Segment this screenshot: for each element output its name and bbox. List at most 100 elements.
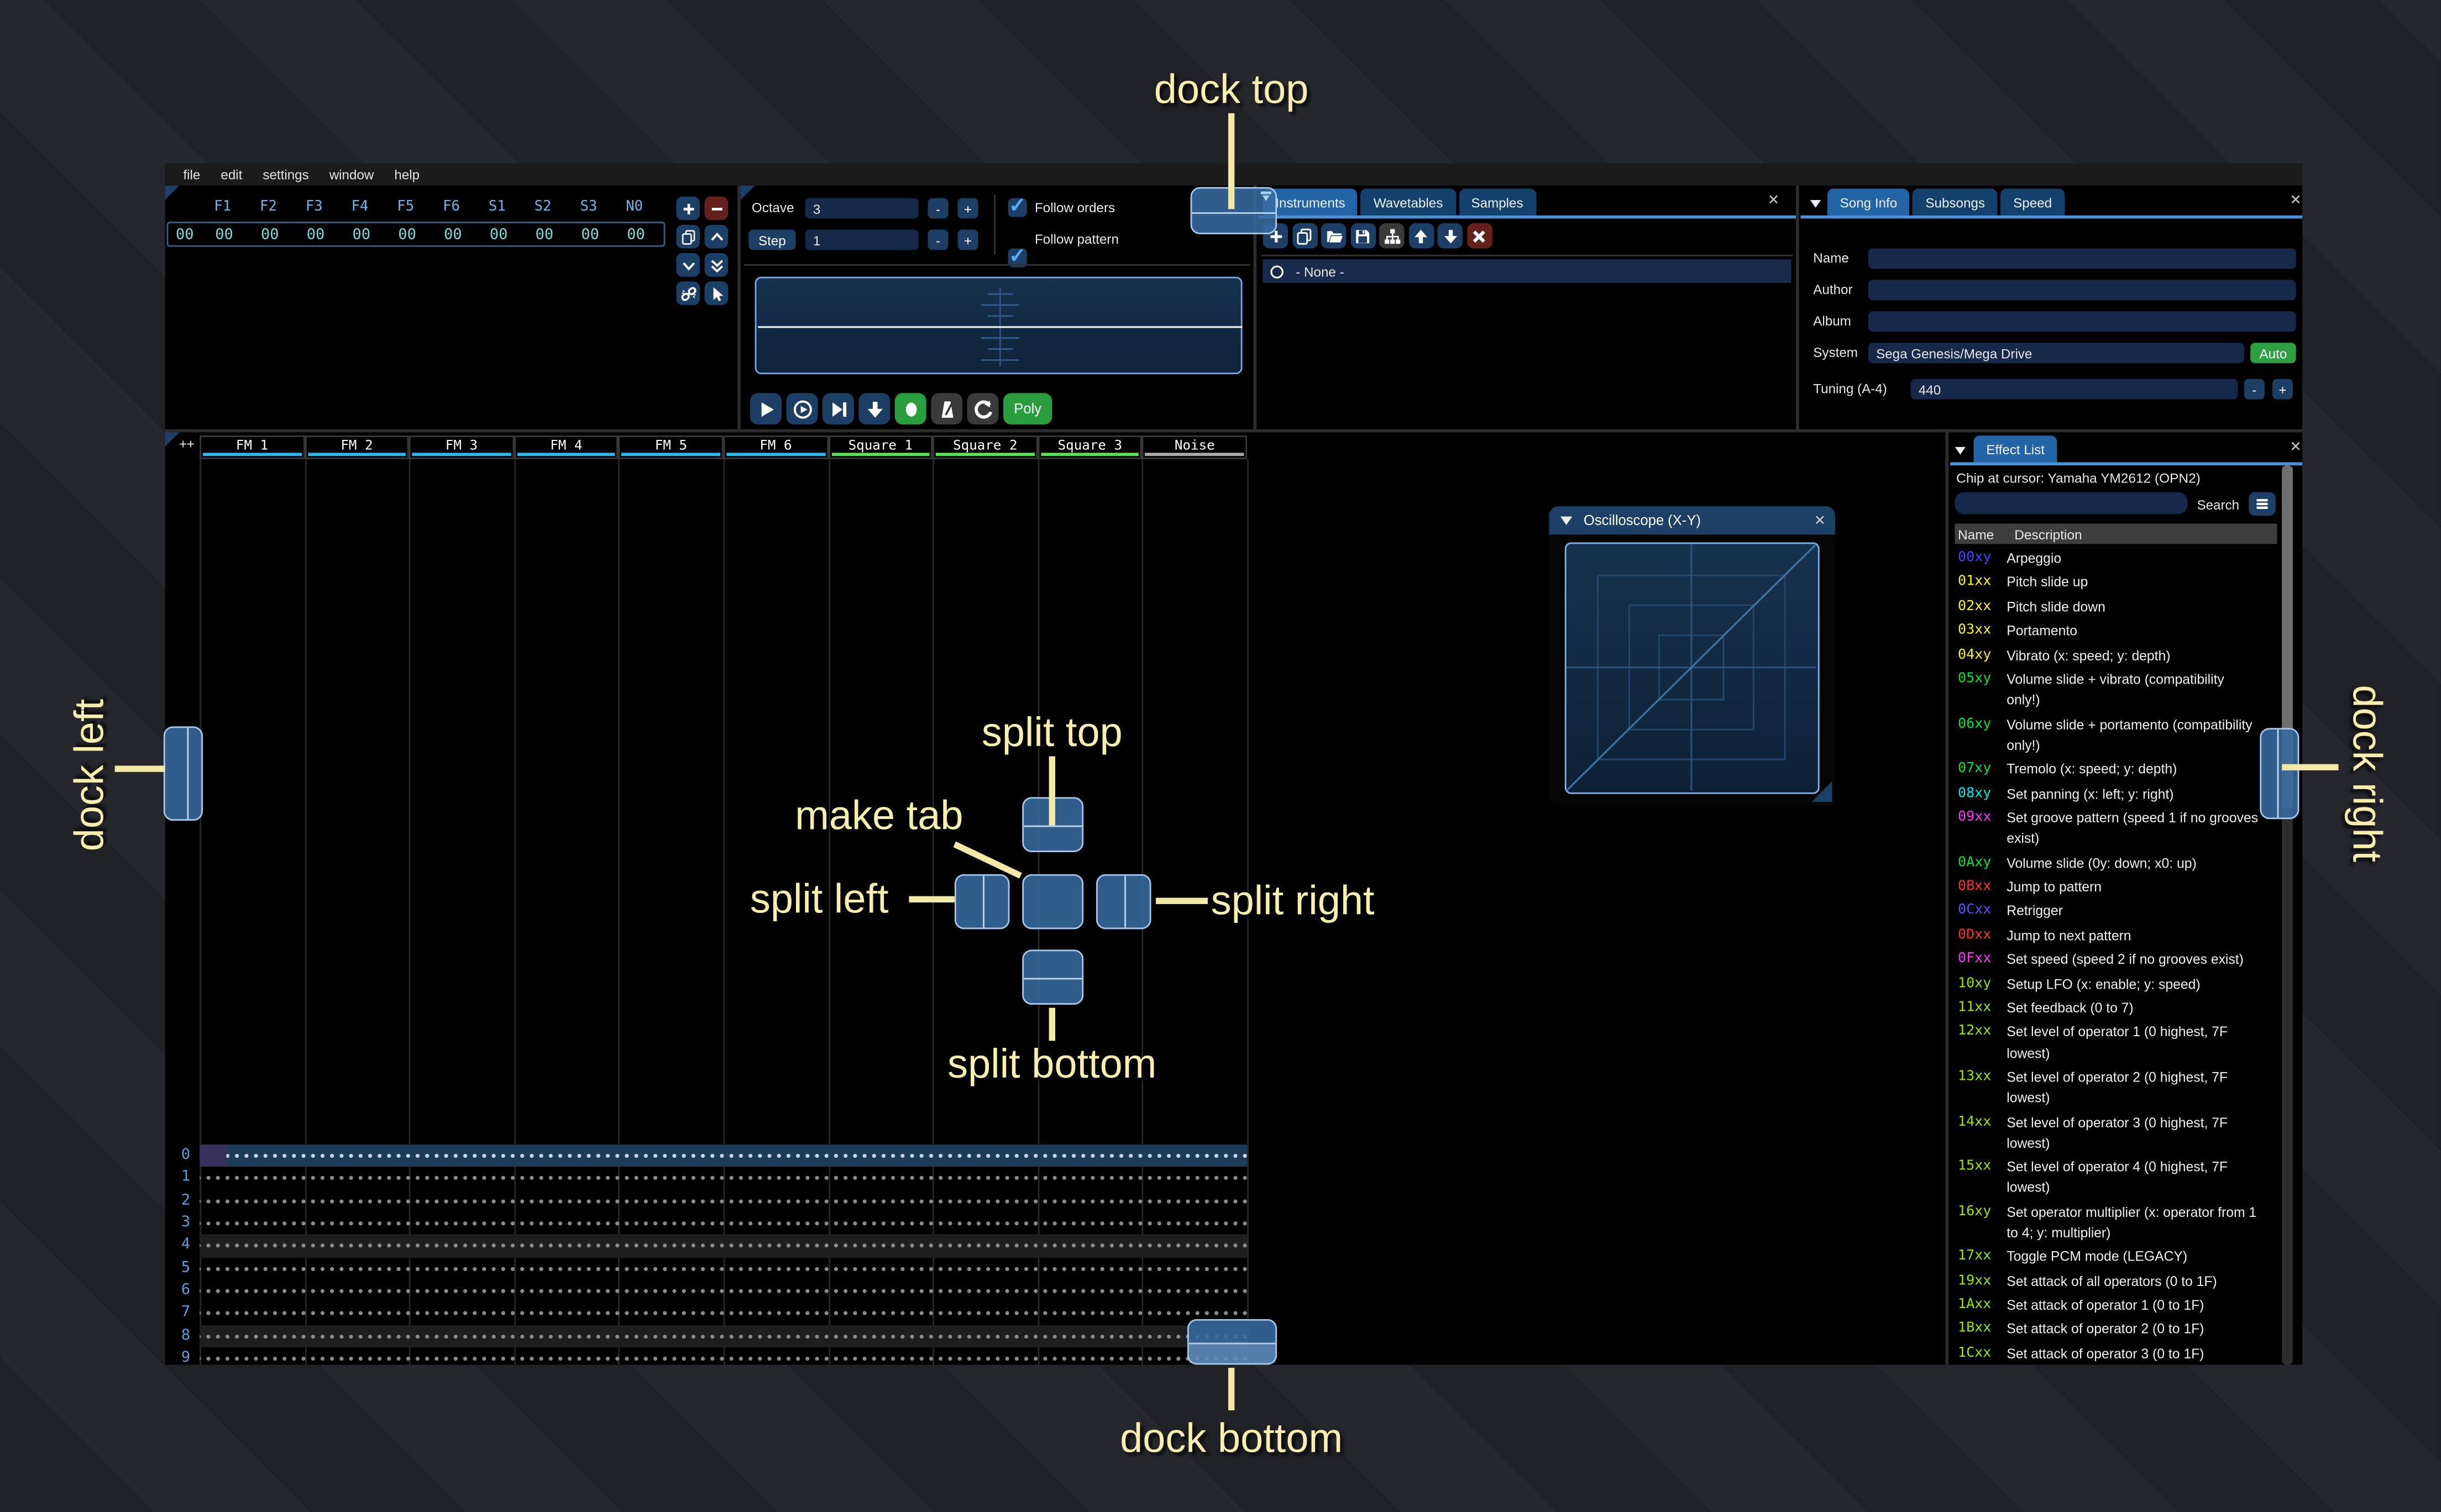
instrument-down-button[interactable] — [1437, 223, 1463, 249]
octave-minus-button[interactable]: - — [928, 198, 949, 219]
effect-row-0Bxx[interactable]: 0Bxx Jump to pattern — [1958, 875, 2272, 900]
effect-row-03xx[interactable]: 03xx Portamento — [1958, 620, 2272, 644]
make-tab-target[interactable] — [1022, 874, 1084, 930]
pattern-expand-button[interactable]: ++ — [179, 437, 194, 452]
collapse-icon[interactable] — [1805, 190, 1826, 216]
dock-right-target[interactable] — [2260, 728, 2299, 820]
channel-header-square-2[interactable]: Square 2 — [933, 435, 1038, 459]
order-change-mode-button[interactable] — [704, 281, 729, 305]
effect-row-0Cxx[interactable]: 0Cxx Retrigger — [1958, 900, 2272, 924]
menu-file[interactable]: file — [173, 167, 211, 182]
effect-row-1Axx[interactable]: 1Axx Set attack of operator 1 (0 to 1F) — [1958, 1294, 2272, 1318]
dock-left-target[interactable] — [163, 726, 203, 821]
channel-header-fm-2[interactable]: FM 2 — [304, 435, 410, 459]
effect-row-0Axy[interactable]: 0Axy Volume slide (0y: down; x0: up) — [1958, 852, 2272, 876]
album-input[interactable] — [1868, 311, 2296, 332]
delete-instrument-button[interactable] — [1466, 223, 1492, 249]
effect-row-15xx[interactable]: 15xx Set level of operator 4 (0 highest, … — [1958, 1156, 2272, 1200]
open-instrument-button[interactable] — [1321, 223, 1347, 249]
order-value-cell[interactable]: 00 — [338, 225, 384, 243]
pattern-row-1[interactable]: 1 — [165, 1167, 1248, 1190]
play-button[interactable] — [750, 393, 782, 425]
effect-row-0Fxx[interactable]: 0Fxx Set speed (speed 2 if no grooves exi… — [1958, 948, 2272, 973]
tab-subsongs[interactable]: Subsongs — [1913, 188, 1998, 216]
pattern-row-8[interactable]: 8 — [165, 1325, 1248, 1348]
orders-row[interactable]: 00 00 00 00 00 00 00 00 00 00 00 — [166, 222, 666, 247]
collapse-icon[interactable] — [1953, 439, 1972, 463]
instrument-list-item-selected[interactable]: - None - — [1263, 259, 1792, 284]
tab-instruments[interactable]: Instruments — [1263, 188, 1358, 216]
effect-row-17xx[interactable]: 17xx Toggle PCM mode (LEGACY) — [1958, 1246, 2272, 1270]
close-icon[interactable]: ✕ — [2290, 439, 2301, 456]
deep-clone-order-button[interactable] — [676, 281, 700, 305]
remove-order-button[interactable] — [704, 196, 729, 221]
menu-help[interactable]: help — [384, 167, 430, 182]
order-value-cell[interactable]: 00 — [430, 225, 476, 243]
channel-header-fm-6[interactable]: FM 6 — [723, 435, 829, 459]
effect-list-menu-button[interactable] — [2249, 492, 2276, 516]
panel-separator[interactable] — [1795, 185, 1799, 429]
channel-header-fm-5[interactable]: FM 5 — [619, 435, 724, 459]
effect-table-header[interactable]: Name Description — [1955, 523, 2277, 544]
tab-song-info[interactable]: Song Info — [1827, 188, 1910, 216]
order-value-cell[interactable]: 00 — [247, 225, 293, 243]
dock-top-target[interactable] — [1190, 187, 1277, 234]
pattern-row-9[interactable]: 9 — [165, 1347, 1248, 1365]
channel-header-square-1[interactable]: Square 1 — [828, 435, 933, 459]
order-value-cell[interactable]: 00 — [613, 225, 659, 243]
effect-row-0Dxx[interactable]: 0Dxx Jump to next pattern — [1958, 924, 2272, 948]
octave-input[interactable]: 3 — [805, 198, 919, 219]
close-icon[interactable]: ✕ — [1814, 512, 1826, 529]
auto-system-button[interactable]: Auto — [2250, 343, 2296, 364]
channel-header-square-3[interactable]: Square 3 — [1038, 435, 1143, 459]
order-value-cell[interactable]: 00 — [567, 225, 613, 243]
duplicate-order-end-button[interactable] — [704, 253, 729, 277]
effect-row-14xx[interactable]: 14xx Set level of operator 3 (0 highest, … — [1958, 1111, 2272, 1156]
split-right-target[interactable] — [1096, 874, 1151, 930]
panel-separator[interactable] — [1945, 432, 1948, 1365]
channel-header-fm-1[interactable]: FM 1 — [200, 435, 305, 459]
split-left-target[interactable] — [954, 874, 1010, 930]
effect-row-16xy[interactable]: 16xy Set operator multiplier (x: operator… — [1958, 1201, 2272, 1246]
split-bottom-target[interactable] — [1022, 949, 1084, 1005]
oscilloscope-xy-window[interactable]: Oscilloscope (X-Y) ✕ — [1549, 506, 1836, 805]
tab-wavetables[interactable]: Wavetables — [1361, 188, 1456, 216]
tab-effect-list[interactable]: Effect List — [1973, 435, 2057, 463]
author-input[interactable] — [1868, 280, 2296, 301]
follow-orders-checkbox[interactable]: ✓ — [1008, 193, 1027, 217]
pattern-cursor-cell[interactable] — [200, 1144, 227, 1167]
effect-row-13xx[interactable]: 13xx Set level of operator 2 (0 highest, … — [1958, 1065, 2272, 1110]
effect-search-input[interactable] — [1955, 492, 2188, 514]
dock-bottom-target[interactable] — [1187, 1319, 1277, 1365]
tuning-input[interactable]: 440 — [1910, 379, 2238, 400]
channel-header-fm-3[interactable]: FM 3 — [409, 435, 514, 459]
resize-grip[interactable] — [1811, 781, 1832, 802]
oscilloscope-title-bar[interactable]: Oscilloscope (X-Y) ✕ — [1549, 506, 1836, 535]
step-plus-button[interactable]: + — [957, 229, 978, 250]
effect-row-1Bxx[interactable]: 1Bxx Set attack of operator 2 (0 to 1F) — [1958, 1318, 2272, 1342]
effect-row-07xy[interactable]: 07xy Tremolo (x: speed; y: depth) — [1958, 758, 2272, 783]
pattern-row-2[interactable]: 2 — [165, 1189, 1248, 1212]
channel-header-fm-4[interactable]: FM 4 — [514, 435, 619, 459]
menu-window[interactable]: window — [319, 167, 384, 182]
metronome-button[interactable] — [931, 393, 963, 425]
duplicate-instrument-button[interactable] — [1292, 223, 1317, 249]
order-value-cell[interactable]: 00 — [522, 225, 568, 243]
pattern-row-0[interactable]: 0 — [165, 1144, 1248, 1167]
play-one-row-button[interactable] — [822, 393, 854, 425]
pattern-row-4[interactable]: 4 — [165, 1235, 1248, 1258]
edit-record-button[interactable] — [894, 393, 926, 425]
channel-header-noise[interactable]: Noise — [1142, 435, 1248, 459]
play-pattern-button[interactable] — [786, 393, 818, 425]
instrument-up-button[interactable] — [1408, 223, 1434, 249]
order-value-cell[interactable]: 00 — [476, 225, 522, 243]
poly-toggle-button[interactable]: Poly — [1003, 393, 1052, 425]
system-input[interactable]: Sega Genesis/Mega Drive — [1868, 343, 2244, 364]
pattern-row-3[interactable]: 3 — [165, 1212, 1248, 1235]
move-order-up-button[interactable] — [704, 224, 729, 249]
effect-row-00xy[interactable]: 00xy Arpeggio — [1958, 547, 2272, 571]
effect-row-19xx[interactable]: 19xx Set attack of all operators (0 to 1F… — [1958, 1270, 2272, 1294]
effect-row-10xy[interactable]: 10xy Setup LFO (x: enable; y: speed) — [1958, 973, 2272, 997]
effect-row-1Cxx[interactable]: 1Cxx Set attack of operator 3 (0 to 1F) — [1958, 1342, 2272, 1364]
collapse-icon[interactable] — [1558, 512, 1574, 528]
